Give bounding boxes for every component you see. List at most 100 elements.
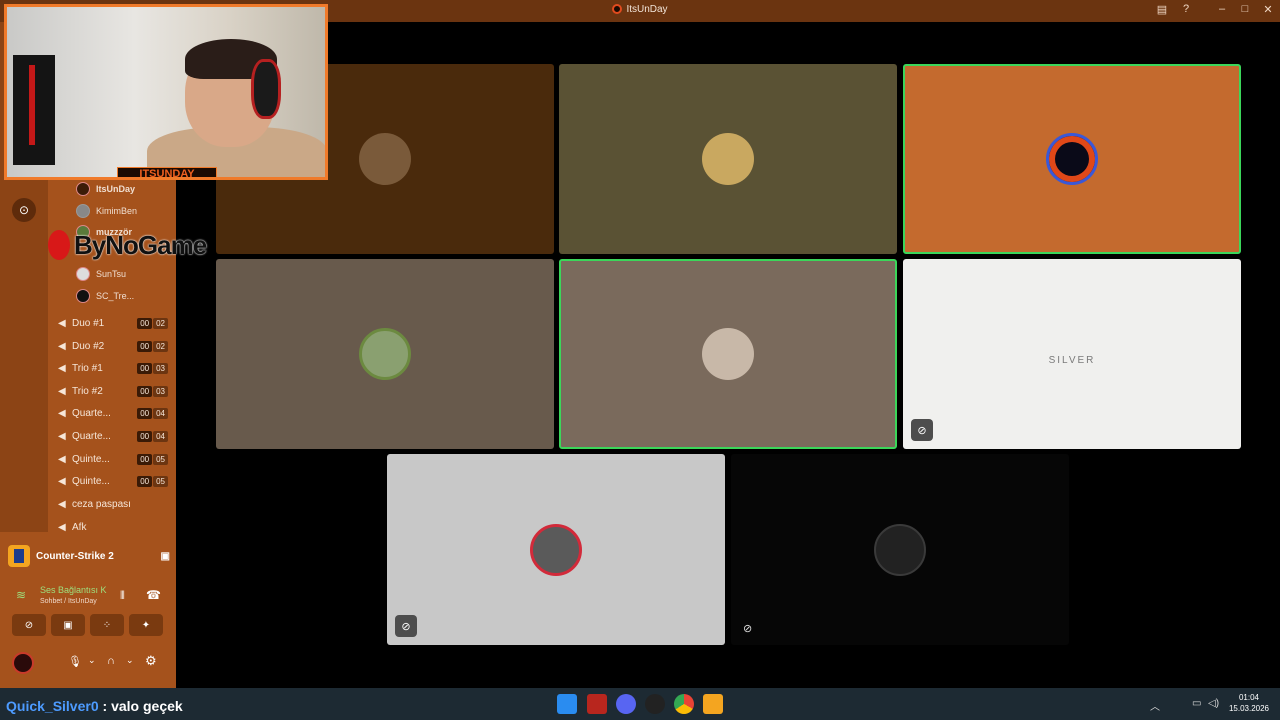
participant-tile-speaking[interactable]	[903, 64, 1241, 254]
participant-tile[interactable]: ⊘	[387, 454, 725, 645]
settings-gear-icon[interactable]: ⚙	[145, 653, 157, 669]
user-count: 00 02	[136, 317, 168, 329]
disconnect-icon[interactable]: ☎	[146, 588, 161, 602]
avatar	[530, 523, 582, 576]
help-icon[interactable]: ?	[1178, 3, 1194, 15]
limit: 05	[153, 453, 168, 465]
participant-tile[interactable]: ⊘	[731, 454, 1069, 645]
volume-icon[interactable]: ◁)	[1208, 698, 1219, 709]
headphones-icon[interactable]: ∩	[107, 655, 115, 667]
speaker-icon: ◀	[58, 498, 66, 510]
avatar	[76, 204, 90, 218]
chrome-icon[interactable]	[674, 694, 694, 714]
chevron-down-icon[interactable]: ⌄	[126, 655, 134, 666]
maximize-button[interactable]: □	[1237, 3, 1253, 15]
limit: 02	[153, 340, 168, 352]
voice-channel[interactable]: ◀ Duo #2 00 02	[58, 337, 168, 355]
brand-logo-icon	[48, 230, 70, 260]
inbox-icon[interactable]: ▤	[1154, 3, 1170, 16]
channel-name: ceza paspası	[72, 498, 131, 510]
app-logo-icon	[612, 4, 623, 14]
participant-tile[interactable]: SILVER ⊘	[903, 259, 1241, 449]
limit: 02	[153, 317, 168, 329]
limit: 04	[153, 407, 168, 419]
user-count: 00 03	[136, 385, 168, 397]
user-count: 00 02	[136, 340, 168, 352]
voice-channel[interactable]: ◀ ceza paspası	[58, 495, 168, 513]
speaker-icon: ◀	[58, 430, 66, 442]
voice-channel[interactable]: ◀ Quarte... 00 04	[58, 404, 168, 422]
brand-text: ByNoGame	[74, 229, 207, 260]
voice-channel[interactable]: ◀ Trio #1 00 03	[58, 359, 168, 377]
voice-user[interactable]: SC_Tre...	[76, 287, 134, 305]
screen: ItsUnDay ▤ ? – □ ✕ ⊙ ItsUnDay KimimBen m…	[0, 0, 1280, 720]
chat-message: valo geçek	[111, 698, 183, 714]
voice-channel[interactable]: ◀ Quinte... 00 05	[58, 450, 168, 468]
participant-tile-speaking[interactable]	[559, 259, 897, 449]
speaker-icon: ◀	[58, 453, 66, 465]
chevron-down-icon[interactable]: ⌄	[88, 655, 96, 666]
voice-channel[interactable]: ◀ Trio #2 00 03	[58, 382, 168, 400]
avatar-text: SILVER	[1048, 355, 1096, 366]
clock-date: 15.03.2026	[1228, 704, 1270, 713]
voice-user[interactable]: ItsUnDay	[76, 180, 135, 198]
limit: 05	[153, 475, 168, 487]
voice-channel[interactable]: ◀ Duo #1 00 02	[58, 314, 168, 332]
speaker-icon: ◀	[58, 362, 66, 374]
user-count: 00 05	[136, 475, 168, 487]
signal-icon: ≋	[16, 588, 27, 602]
chevron-up-icon[interactable]: ︿	[1150, 698, 1160, 713]
stream-icon[interactable]: ▣	[161, 551, 170, 562]
avatar[interactable]	[12, 652, 34, 674]
speaker-icon: ◀	[58, 407, 66, 419]
app-icon[interactable]	[587, 694, 607, 714]
user-count: 00 04	[136, 407, 168, 419]
voice-channel[interactable]: ◀ Quarte... 00 04	[58, 427, 168, 445]
close-button[interactable]: ✕	[1260, 3, 1276, 16]
soundboard-button[interactable]: ✦	[129, 614, 163, 636]
minimize-button[interactable]: –	[1214, 3, 1230, 15]
avatar	[702, 133, 754, 185]
limit: 03	[153, 362, 168, 374]
activities-button[interactable]: ⁘	[90, 614, 124, 636]
participant-tile[interactable]	[559, 64, 897, 254]
voice-status[interactable]: Ses Bağlantısı K	[40, 585, 116, 595]
obs-icon[interactable]	[645, 694, 665, 714]
camera-toggle-button[interactable]: ⊘	[12, 614, 46, 636]
start-icon[interactable]	[557, 694, 577, 714]
chat-separator: :	[98, 698, 112, 714]
screen-share-button[interactable]: ▣	[51, 614, 85, 636]
cam-label: ITSUNDAY	[117, 167, 217, 177]
channel-name: Quarte...	[72, 430, 111, 442]
voice-user[interactable]: SunTsu	[76, 265, 126, 283]
game-activity[interactable]: Counter-Strike 2 ▣	[8, 542, 170, 570]
voice-user[interactable]: KimimBen	[76, 202, 137, 220]
voice-location[interactable]: Sohbet / ItsUnDay	[40, 598, 97, 605]
voice-channel[interactable]: ◀ Quinte... 00 05	[58, 472, 168, 490]
speaker-icon: ◀	[58, 385, 66, 397]
avatar	[76, 289, 90, 303]
count: 00	[137, 453, 153, 465]
counter-strike-taskbar-icon[interactable]	[703, 694, 723, 714]
microphone-icon[interactable]: 🎙	[68, 655, 82, 668]
channel-name: Quarte...	[72, 407, 111, 419]
count: 00	[137, 475, 153, 487]
explore-icon[interactable]: ⊙	[12, 198, 36, 222]
speaker-icon: ◀	[58, 521, 66, 533]
voice-user-name: SunTsu	[96, 269, 127, 279]
system-clock[interactable]: 01:04 15.03.2026	[1222, 692, 1276, 714]
limit: 04	[153, 430, 168, 442]
noise-suppression-icon[interactable]: ⦀	[120, 590, 125, 603]
limit: 03	[153, 385, 168, 397]
discord-icon[interactable]	[616, 694, 636, 714]
avatar	[76, 182, 90, 196]
channel-name: Trio #1	[72, 362, 103, 374]
user-count: 00 03	[136, 362, 168, 374]
webcam-overlay: ITSUNDAY	[4, 4, 328, 180]
count: 00	[137, 317, 153, 329]
speaker-icon: ◀	[58, 340, 66, 352]
network-icon[interactable]: ▭	[1192, 698, 1201, 709]
voice-channel[interactable]: ◀ Afk	[58, 518, 168, 536]
count: 00	[137, 385, 153, 397]
participant-tile[interactable]	[216, 259, 554, 449]
